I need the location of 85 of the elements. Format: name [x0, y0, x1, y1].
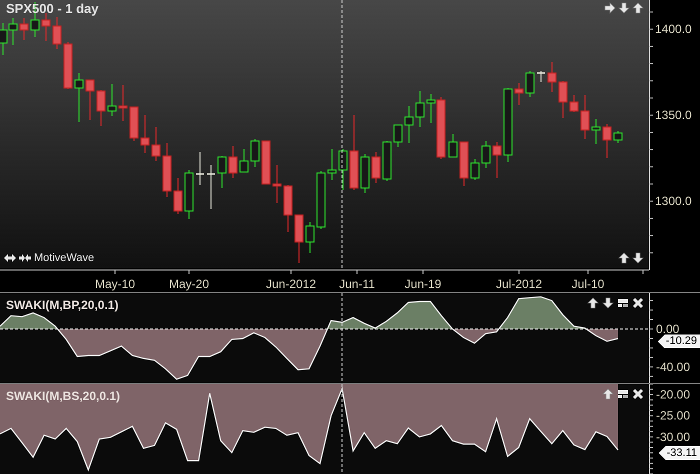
bullish-candle [426, 94, 436, 124]
bearish-candle [284, 184, 292, 232]
date-axis-label: Jun-19 [404, 277, 442, 291]
bearish-candle [20, 18, 28, 40]
price-axis-label: 1400.0 [655, 22, 692, 36]
bullish-candle [250, 138, 260, 168]
date-axis-label: May-10 [95, 277, 135, 291]
bullish-candle [470, 158, 480, 180]
panel-layout-icon[interactable] [617, 297, 629, 309]
move-up-icon[interactable] [587, 297, 599, 309]
date-axis-label: Jun-11 [339, 277, 375, 291]
bullish-candle [316, 170, 326, 230]
value-axis-label: -40.00 [656, 360, 690, 374]
up-arrow-icon[interactable] [632, 2, 644, 14]
value-axis-label: -25.00 [656, 408, 690, 423]
bullish-candle [394, 124, 402, 148]
brand-label: MotiveWave [34, 252, 94, 264]
bullish-candle [218, 156, 226, 188]
bullish-candle [184, 170, 194, 220]
double-arrow-icon[interactable] [4, 252, 16, 264]
bearish-candle [272, 164, 282, 204]
up-arrow-icon[interactable] [618, 252, 630, 264]
bearish-candle [174, 178, 182, 214]
bullish-candle [382, 140, 392, 182]
move-down-icon[interactable] [602, 297, 614, 309]
doji-candle [207, 164, 215, 210]
bearish-candle [436, 96, 446, 160]
doji-candle [537, 70, 545, 82]
date-axis-label: Jul-2012 [496, 277, 542, 291]
bullish-candle [526, 70, 534, 98]
price-axis-label: 1350.0 [655, 108, 692, 122]
bullish-candle [108, 84, 116, 116]
bullish-candle [338, 148, 348, 190]
close-icon[interactable] [632, 297, 644, 309]
bearish-candle [96, 90, 106, 126]
bearish-candle [64, 42, 72, 90]
bearish-candle [460, 142, 468, 186]
bearish-candle [294, 214, 304, 264]
close-icon[interactable] [632, 388, 644, 400]
bullish-candle [482, 140, 490, 168]
bearish-candle [162, 142, 172, 198]
bullish-candle [592, 118, 600, 144]
bullish-candle [306, 222, 314, 254]
bullish-candle [404, 106, 414, 144]
value-axis-label: -30.00 [656, 430, 690, 444]
bearish-candle [602, 124, 612, 158]
date-axis-label: Jul-10 [572, 277, 604, 291]
bearish-candle [130, 106, 138, 142]
bearish-candle [492, 142, 502, 178]
bullish-candle [328, 148, 336, 180]
date-axis-label: Jun-2012 [266, 277, 316, 291]
right-arrow-icon[interactable] [604, 2, 616, 14]
bearish-candle [558, 80, 568, 118]
bullish-candle [614, 130, 622, 144]
bearish-candle [514, 82, 524, 106]
bearish-candle [86, 80, 94, 120]
bullish-candle [416, 90, 424, 128]
bearish-candle [548, 62, 556, 92]
bearish-candle [42, 12, 50, 42]
indicator-title: SWAKI(M,BS,20,0.1) [6, 389, 120, 403]
bullish-candle [360, 154, 370, 194]
bearish-candle [372, 152, 380, 184]
price-axis-label: 1300.0 [655, 194, 692, 208]
bullish-candle [240, 148, 248, 172]
panel-layout-icon[interactable] [617, 388, 629, 400]
bearish-candle [228, 146, 238, 178]
current-value-label: -33.11 [658, 446, 700, 460]
converging-arrows-icon[interactable] [19, 252, 31, 264]
doji-candle [196, 152, 204, 186]
bearish-candle [140, 114, 150, 154]
bearish-candle [152, 126, 160, 162]
bullish-candle [74, 72, 84, 122]
value-axis-label: 0.00 [656, 322, 680, 336]
bearish-candle [570, 94, 578, 112]
value-axis-label: -20.00 [656, 388, 690, 402]
bullish-candle [448, 134, 458, 158]
bearish-candle [262, 140, 270, 184]
bearish-candle [118, 84, 128, 122]
bearish-candle [52, 16, 62, 50]
date-axis-label: May-20 [169, 277, 209, 291]
bullish-candle [8, 18, 18, 46]
indicator-title: SWAKI(M,BP,20,0.1) [6, 298, 118, 312]
down-arrow-icon[interactable] [618, 2, 630, 14]
down-arrow-icon[interactable] [632, 252, 644, 264]
bearish-candle [580, 94, 590, 140]
